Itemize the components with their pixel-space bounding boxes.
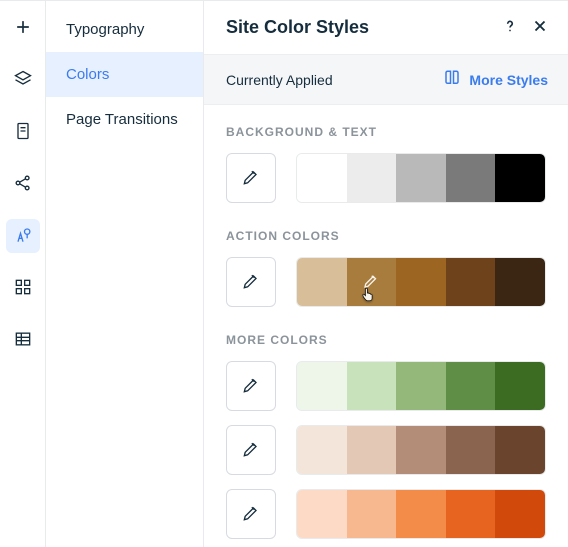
swatch-row [226, 361, 546, 411]
help-button[interactable] [500, 18, 520, 38]
color-swatch[interactable] [347, 426, 397, 474]
rail-page[interactable] [6, 115, 40, 149]
swatch-row [226, 489, 546, 539]
swatch-group [296, 489, 546, 539]
section-more-colors: MORE COLORS [226, 333, 546, 539]
swatch-group [296, 153, 546, 203]
style-sidebar: Typography Colors Page Transitions [46, 1, 204, 547]
sidebar-item-label: Page Transitions [66, 111, 178, 128]
color-swatch[interactable] [297, 426, 347, 474]
table-icon [13, 329, 33, 352]
rail-theme[interactable] [6, 219, 40, 253]
color-swatch[interactable] [495, 426, 545, 474]
color-swatch[interactable] [446, 154, 496, 202]
color-swatch[interactable] [446, 426, 496, 474]
grid-icon [13, 277, 33, 300]
rail-add[interactable] [6, 11, 40, 45]
currently-applied-bar: Currently Applied More Styles [204, 54, 568, 105]
close-icon [531, 17, 549, 38]
left-icon-rail [0, 1, 46, 547]
color-swatch[interactable] [396, 490, 446, 538]
close-button[interactable] [530, 18, 550, 38]
color-swatch-hovered[interactable]: Edit [347, 258, 397, 306]
edit-palette-button[interactable] [226, 153, 276, 203]
sidebar-item-page-transitions[interactable]: Page Transitions [46, 97, 203, 142]
color-swatch[interactable] [297, 490, 347, 538]
pencil-icon [241, 439, 261, 462]
rail-table[interactable] [6, 323, 40, 357]
pencil-icon [241, 167, 261, 190]
color-swatch[interactable] [396, 258, 446, 306]
section-label: ACTION COLORS [226, 229, 546, 243]
swatch-row [226, 153, 546, 203]
rail-share[interactable] [6, 167, 40, 201]
pencil-icon [241, 503, 261, 526]
color-swatch[interactable] [347, 490, 397, 538]
swatch-group: Edit [296, 257, 546, 307]
color-swatch[interactable] [495, 258, 545, 306]
share-icon [13, 173, 33, 196]
color-swatch[interactable] [297, 154, 347, 202]
color-swatch[interactable] [495, 490, 545, 538]
pencil-icon [241, 375, 261, 398]
section-action-colors: ACTION COLORS Edit [226, 229, 546, 307]
swatch-row [226, 425, 546, 475]
color-styles-panel: Site Color Styles Currently Applied More… [204, 1, 568, 547]
color-swatch[interactable] [495, 362, 545, 410]
color-swatch[interactable] [495, 154, 545, 202]
help-icon [501, 17, 519, 38]
color-swatch[interactable] [396, 362, 446, 410]
more-styles-button[interactable]: More Styles [443, 69, 548, 90]
color-swatch[interactable] [347, 362, 397, 410]
plus-icon [13, 17, 33, 40]
panel-body: BACKGROUND & TEXT [204, 105, 568, 547]
edit-palette-button[interactable] [226, 257, 276, 307]
pencil-icon [362, 272, 380, 293]
rail-apps[interactable] [6, 271, 40, 305]
rail-layers[interactable] [6, 63, 40, 97]
panel-title: Site Color Styles [226, 17, 490, 38]
sidebar-item-typography[interactable]: Typography [46, 7, 203, 52]
edit-palette-button[interactable] [226, 425, 276, 475]
sidebar-item-colors[interactable]: Colors [46, 52, 203, 97]
pencil-icon [241, 271, 261, 294]
more-styles-label: More Styles [469, 72, 548, 88]
section-background-text: BACKGROUND & TEXT [226, 125, 546, 203]
color-swatch[interactable] [297, 362, 347, 410]
color-swatch[interactable] [396, 154, 446, 202]
swatch-group [296, 361, 546, 411]
swatch-group [296, 425, 546, 475]
page-icon [13, 121, 33, 144]
color-swatch[interactable] [297, 258, 347, 306]
layers-icon [13, 69, 33, 92]
edit-palette-button[interactable] [226, 489, 276, 539]
section-label: BACKGROUND & TEXT [226, 125, 546, 139]
theme-icon [13, 225, 33, 248]
color-swatch[interactable] [396, 426, 446, 474]
color-swatch[interactable] [446, 258, 496, 306]
edit-palette-button[interactable] [226, 361, 276, 411]
currently-applied-label: Currently Applied [226, 72, 443, 88]
color-swatch[interactable] [446, 362, 496, 410]
swatch-row: Edit [226, 257, 546, 307]
panel-header: Site Color Styles [204, 1, 568, 54]
book-icon [443, 69, 461, 90]
color-swatch[interactable] [347, 154, 397, 202]
section-label: MORE COLORS [226, 333, 546, 347]
sidebar-item-label: Colors [66, 66, 109, 83]
color-swatch[interactable] [446, 490, 496, 538]
sidebar-item-label: Typography [66, 21, 144, 38]
